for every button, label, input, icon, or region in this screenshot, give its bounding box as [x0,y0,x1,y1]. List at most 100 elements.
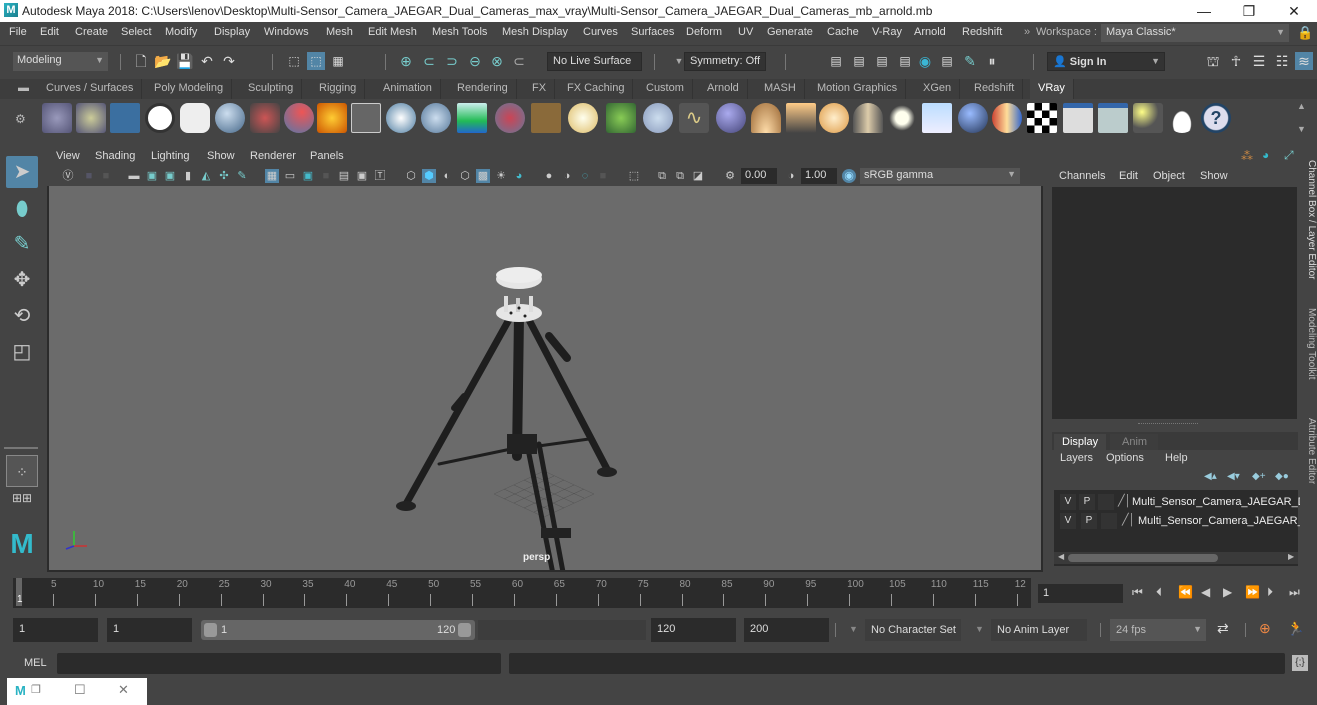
viewport-canvas[interactable]: persp [49,186,1041,607]
move-layer-up-icon[interactable]: ◀▴ [1204,471,1217,482]
new-scene-icon[interactable]: 🗋 [132,52,150,70]
shelf-tab-custom[interactable]: Custom [638,79,693,99]
film-gate-icon[interactable]: ▭ [283,169,297,183]
vray-cone-icon[interactable] [421,103,451,133]
menu-modify[interactable]: Modify [165,26,197,38]
vray-sun-icon[interactable] [887,103,917,133]
scroll-left-icon[interactable]: ◀ [1058,552,1064,561]
grease-pencil-icon[interactable]: ✎ [235,169,249,183]
render-frame-icon[interactable]: ▤ [850,52,868,70]
menu-mesh-tools[interactable]: Mesh Tools [432,26,487,38]
snap-view-plane-icon[interactable]: ⊖ [466,52,484,70]
shelf-tab-fx-caching[interactable]: FX Caching [559,79,634,99]
menu-curves[interactable]: Curves [583,26,618,38]
exposure-field[interactable]: 0.00 [741,168,777,184]
layer-tab-anim[interactable]: Anim [1110,434,1158,450]
shelf-scroll-up-icon[interactable]: ▲ [1297,101,1306,111]
anim-layer-dropdown[interactable]: No Anim Layer [991,619,1087,641]
menu-uv[interactable]: UV [738,26,753,38]
render-setup-icon[interactable]: ▤ [938,52,956,70]
tool-settings-icon[interactable]: ☷ [1273,52,1291,70]
vray-rect-light-icon[interactable] [386,103,416,133]
camera-attributes-icon[interactable]: ■ [99,169,113,183]
channelbox-menu-object[interactable]: Object [1153,170,1185,182]
layer-playback-toggle[interactable]: P [1081,513,1097,529]
vray-fire-icon[interactable] [317,103,347,133]
range-track[interactable] [478,620,646,640]
lock-camera-icon[interactable]: ▣ [145,169,159,183]
vray-dome-icon[interactable] [568,103,598,133]
safe-title-icon[interactable]: 🅃 [373,169,387,183]
viewport-menu-renderer[interactable]: Renderer [250,150,296,162]
lock-icon[interactable]: 🔒 [1297,25,1313,41]
grid-icon[interactable]: ▦ [265,169,279,183]
fps-dropdown[interactable]: 24 fps ▼ [1110,619,1206,641]
snap-live-icon[interactable]: ⊗ [488,52,506,70]
vray-cloud-icon[interactable] [1167,103,1197,133]
shelf-tab-rigging[interactable]: Rigging [311,79,366,99]
xray-joints-icon[interactable]: ◪ [691,169,705,183]
vray-logo-icon[interactable] [145,103,175,133]
go-to-end-icon[interactable]: ⏭ [1289,585,1300,600]
shelf-tab-rendering[interactable]: Rendering [449,79,517,99]
shelf-tab-poly-modeling[interactable]: Poly Modeling [146,79,233,99]
layer-row[interactable]: V P ╱│ Multi_Sensor_Camera_JAEGAR_D [1060,494,1306,512]
layer-visibility-toggle[interactable]: V [1060,513,1076,529]
tool-settings-toggle-icon[interactable]: ⤢ [1284,148,1294,163]
animation-preferences-icon[interactable]: 🏃 [1287,620,1304,637]
step-back-key-icon[interactable]: ⏪ [1178,585,1193,599]
restore-button[interactable]: ❐ [1226,0,1272,22]
panel-resize-handle[interactable] [1138,423,1198,425]
range-start-handle[interactable] [204,623,217,637]
side-tab-attribute-editor[interactable]: Attribute Editor [1300,414,1317,499]
hypershade-icon[interactable]: ◉ [916,52,934,70]
close-button[interactable]: ✕ [1271,0,1317,22]
scrollbar-thumb[interactable] [1068,554,1218,562]
ipr-render-icon[interactable]: ▤ [873,52,891,70]
render-view-icon[interactable]: ▤ [827,52,845,70]
close-icon[interactable]: ✕ [118,682,129,698]
use-all-lights-icon[interactable]: ☀ [494,169,508,183]
vray-texture-icon[interactable] [531,103,561,133]
vray-plane-icon[interactable] [922,103,952,133]
vray-mtl-split-icon[interactable] [992,103,1022,133]
maximize-icon[interactable]: ☐ [74,682,86,698]
gate-mask-icon[interactable]: ■ [319,169,333,183]
menu-overflow-icon[interactable]: » [1024,26,1030,38]
vray-camera-icon[interactable] [250,103,280,133]
menu-windows[interactable]: Windows [264,26,309,38]
motion-blur-icon[interactable]: ◑ [560,169,574,183]
depth-of-field-icon[interactable]: ■ [596,169,610,183]
vray-frame-buffer-icon[interactable] [1063,103,1093,133]
select-hierarchy-icon[interactable]: ⬚ [285,52,303,70]
use-default-material-icon[interactable]: ◐ [440,169,454,183]
new-layer-selected-icon[interactable]: ◆● [1275,471,1289,482]
shelf-tab-mash[interactable]: MASH [756,79,805,99]
layer-tab-display[interactable]: Display [1054,434,1106,450]
shelf-settings-icon[interactable]: ⚙ [15,112,26,126]
snap-grid-icon[interactable]: ⊕ [397,52,415,70]
mode-dropdown[interactable]: Modeling ▼ [13,52,108,71]
chevron-down-icon[interactable]: ▼ [849,624,858,634]
menu-file[interactable]: File [9,26,27,38]
single-perspective-layout-icon[interactable]: ⁘ [6,455,38,487]
two-d-pan-zoom-icon[interactable]: ✣ [217,169,231,183]
step-back-frame-icon[interactable]: ⏴ [1156,585,1162,600]
symmetry-dropdown[interactable]: Symmetry: Off [684,52,766,71]
attribute-editor-toggle-icon[interactable]: ◕ [1262,148,1269,162]
layer-name[interactable]: Multi_Sensor_Camera_JAEGAR_D [1132,496,1306,508]
menu-edit-mesh[interactable]: Edit Mesh [368,26,417,38]
time-ruler[interactable]: 1 5 10 15 20 25 30 35 40 45 50 55 60 65 70 75 80 85 90 95 1… [13,578,1031,608]
layer-menu-layers[interactable]: Layers [1060,452,1093,464]
menu-mesh-display[interactable]: Mesh Display [502,26,568,38]
save-scene-icon[interactable]: 💾 [176,52,194,70]
script-editor-icon[interactable]: {;} [1292,655,1308,671]
channel-box-toggle-icon[interactable]: ⁂ [1241,149,1253,163]
vray-sphere-icon[interactable] [958,103,988,133]
select-tool-icon[interactable]: ➤ [6,156,38,188]
layer-color-swatch[interactable]: ╱│ [1118,494,1132,507]
shelf-tab-fx[interactable]: FX [524,79,556,99]
gamma-icon[interactable]: ◑ [784,169,798,183]
channelbox-menu-show[interactable]: Show [1200,170,1228,182]
scroll-right-icon[interactable]: ▶ [1288,552,1294,561]
